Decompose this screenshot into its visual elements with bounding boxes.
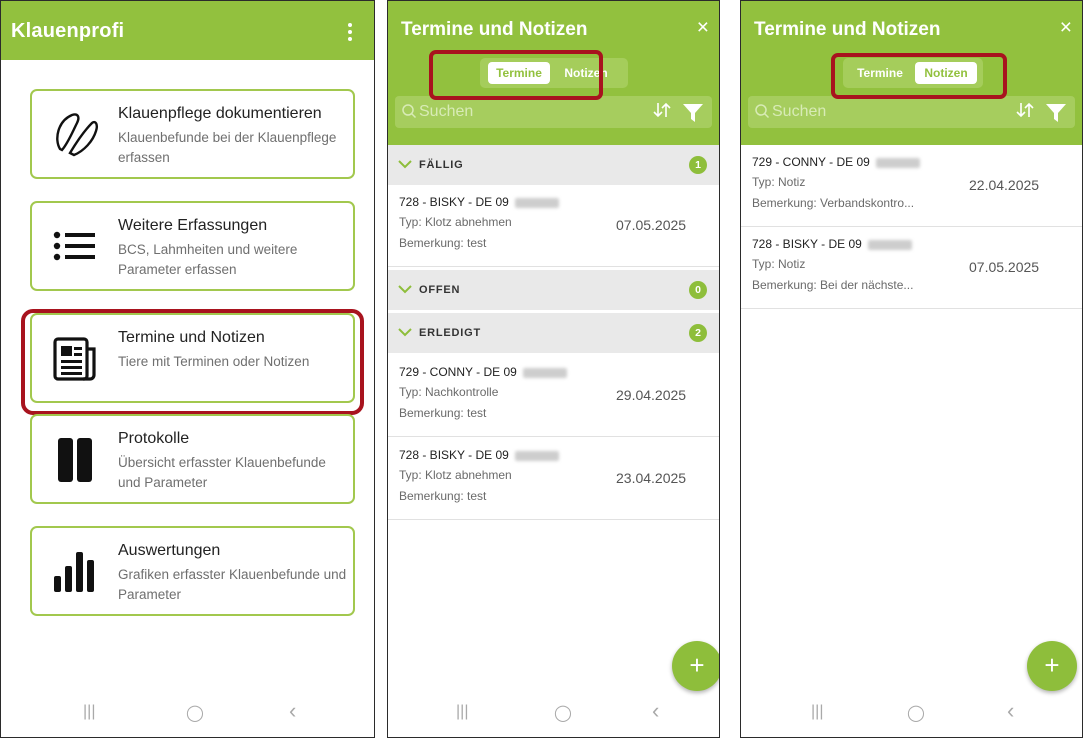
search-input[interactable]: Suchen	[419, 103, 473, 121]
main-menu-screen: Klauenprofi Klauenpflege dokumentieren K…	[0, 0, 375, 738]
list-icon	[53, 231, 95, 261]
menu-card-protokolle[interactable]: Protokolle Übersicht erfasster Klauenbef…	[30, 414, 355, 504]
notizen-screen: Termine und Notizen × Termine Notizen Su…	[740, 0, 1083, 738]
more-vertical-icon[interactable]	[348, 23, 354, 43]
search-bar[interactable]: Suchen	[748, 96, 1075, 128]
home-icon[interactable]: ◯	[554, 703, 572, 723]
item-date: 29.04.2025	[616, 387, 687, 403]
page-title: Termine und Notizen	[754, 19, 941, 40]
highlight-frame	[21, 309, 364, 415]
sort-icon[interactable]	[652, 100, 672, 120]
card-title: Klauenpflege dokumentieren	[118, 105, 322, 122]
system-nav-bar: ||| ◯ ‹	[388, 697, 719, 737]
chevron-down-icon	[398, 160, 412, 169]
redacted-id	[514, 450, 559, 461]
highlight-frame	[831, 53, 1007, 99]
item-remark: Bemerkung: Verbandskontro...	[752, 196, 915, 210]
sort-icon[interactable]	[1015, 100, 1035, 120]
card-title: Protokolle	[118, 430, 190, 447]
item-type: Typ: Notiz	[752, 175, 806, 189]
list-item[interactable]: 729 - CONNY - DE 09 Typ: Nachkontrolle B…	[388, 355, 719, 437]
hoof-icon	[56, 113, 98, 157]
home-icon[interactable]: ◯	[907, 703, 925, 723]
close-icon[interactable]: ×	[1060, 16, 1072, 40]
section-faellig[interactable]: FÄLLIG 1	[388, 145, 719, 185]
recents-icon[interactable]: |||	[456, 703, 468, 721]
add-button[interactable]: +	[1027, 641, 1077, 691]
page-title: Termine und Notizen	[401, 19, 588, 40]
item-name: 729 - CONNY - DE 09	[399, 365, 517, 379]
item-type: Typ: Nachkontrolle	[399, 385, 499, 399]
count-badge: 2	[689, 324, 707, 342]
section-label: ERLEDIGT	[419, 327, 482, 339]
app-bar: Klauenprofi	[1, 1, 374, 60]
card-title: Weitere Erfassungen	[118, 217, 268, 234]
redacted-id	[867, 239, 912, 250]
section-erledigt[interactable]: ERLEDIGT 2	[388, 313, 719, 353]
card-description: Übersicht erfasster Klauenbefunde und Pa…	[118, 455, 326, 490]
list-item[interactable]: 729 - CONNY - DE 09 Typ: Notiz Bemerkung…	[741, 145, 1082, 227]
item-remark: Bemerkung: Bei der nächste...	[752, 278, 914, 292]
item-name: 728 - BISKY - DE 09	[399, 195, 509, 209]
recents-icon[interactable]: |||	[811, 703, 823, 721]
redacted-id	[522, 367, 567, 378]
redacted-id	[514, 197, 559, 208]
book-icon	[58, 438, 92, 482]
back-icon[interactable]: ‹	[1007, 698, 1014, 724]
chevron-down-icon	[398, 285, 412, 294]
search-icon	[402, 104, 417, 119]
section-label: OFFEN	[419, 284, 461, 296]
item-type: Typ: Klotz abnehmen	[399, 215, 512, 229]
close-icon[interactable]: ×	[697, 16, 709, 40]
list-item[interactable]: 728 - BISKY - DE 09 Typ: Klotz abnehmen …	[388, 185, 719, 267]
count-badge: 0	[689, 281, 707, 299]
list-item[interactable]: 728 - BISKY - DE 09 Typ: Klotz abnehmen …	[388, 438, 719, 520]
filter-icon[interactable]	[1045, 103, 1067, 123]
search-icon	[755, 104, 770, 119]
menu-card-klauenpflege[interactable]: Klauenpflege dokumentieren Klauenbefunde…	[30, 89, 355, 179]
item-remark: Bemerkung: test	[399, 489, 487, 503]
redacted-id	[875, 157, 920, 168]
bar-chart-icon	[54, 552, 94, 592]
system-nav-bar: ||| ◯ ‹	[1, 697, 374, 737]
search-bar[interactable]: Suchen	[395, 96, 712, 128]
add-button[interactable]: +	[672, 641, 719, 691]
card-description: Klauenbefunde bei der Klauenpflege erfas…	[118, 130, 337, 165]
list-item[interactable]: 728 - BISKY - DE 09 Typ: Notiz Bemerkung…	[741, 227, 1082, 309]
item-name: 728 - BISKY - DE 09	[399, 448, 509, 462]
filter-icon[interactable]	[682, 103, 704, 123]
back-icon[interactable]: ‹	[652, 698, 659, 724]
recents-icon[interactable]: |||	[83, 703, 95, 721]
card-description: BCS, Lahmheiten und weitere Parameter er…	[118, 242, 298, 277]
highlight-frame	[429, 50, 603, 100]
menu-card-auswertungen[interactable]: Auswertungen Grafiken erfasster Klauenbe…	[30, 526, 355, 616]
item-type: Typ: Notiz	[752, 257, 806, 271]
app-title: Klauenprofi	[11, 20, 125, 42]
chevron-down-icon	[398, 328, 412, 337]
item-date: 22.04.2025	[969, 177, 1040, 193]
menu-card-weitere-erfassungen[interactable]: Weitere Erfassungen BCS, Lahmheiten und …	[30, 201, 355, 291]
item-date: 07.05.2025	[616, 217, 687, 233]
item-type: Typ: Klotz abnehmen	[399, 468, 512, 482]
item-remark: Bemerkung: test	[399, 406, 487, 420]
section-offen[interactable]: OFFEN 0	[388, 270, 719, 310]
back-icon[interactable]: ‹	[289, 698, 296, 724]
item-name: 729 - CONNY - DE 09	[752, 155, 870, 169]
card-title: Auswertungen	[118, 542, 221, 559]
item-name: 728 - BISKY - DE 09	[752, 237, 862, 251]
home-icon[interactable]: ◯	[186, 703, 204, 723]
item-date: 07.05.2025	[969, 259, 1040, 275]
section-label: FÄLLIG	[419, 159, 464, 171]
termine-screen: Termine und Notizen × Termine Notizen Su…	[387, 0, 720, 738]
search-input[interactable]: Suchen	[772, 103, 826, 121]
system-nav-bar: ||| ◯ ‹	[741, 697, 1082, 737]
item-remark: Bemerkung: test	[399, 236, 487, 250]
count-badge: 1	[689, 156, 707, 174]
card-description: Grafiken erfasster Klauenbefunde und Par…	[118, 567, 347, 602]
item-date: 23.04.2025	[616, 470, 687, 486]
